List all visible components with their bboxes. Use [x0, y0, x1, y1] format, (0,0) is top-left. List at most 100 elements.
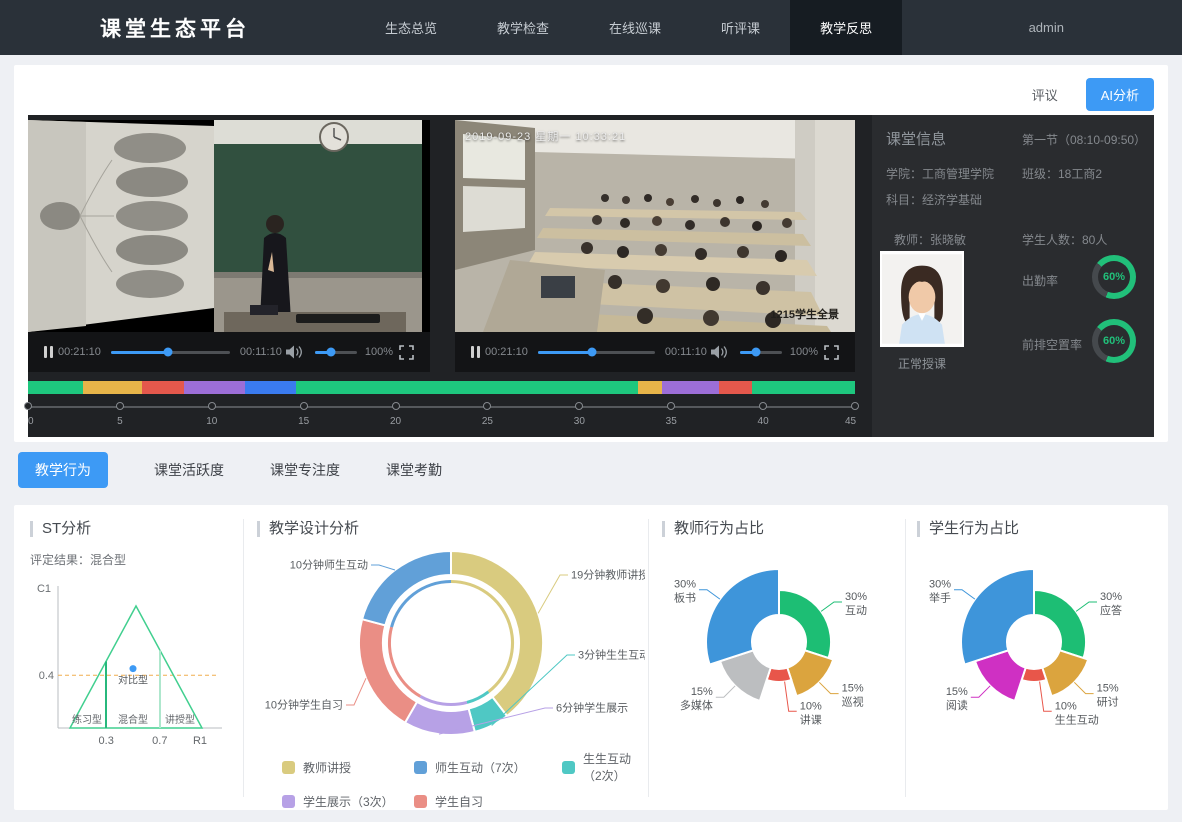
- student-behavior-panel: 学生行为占比 30%应答15%研讨10%生生互动15%阅读30%举手: [917, 521, 1169, 761]
- pause-icon[interactable]: [471, 346, 481, 358]
- time-current: 00:21:10: [58, 346, 101, 358]
- legend-item-1[interactable]: 师生互动（7次）: [414, 750, 562, 784]
- review-button[interactable]: 评议: [1032, 85, 1058, 104]
- svg-text:10分钟师生互动: 10分钟师生互动: [290, 558, 368, 572]
- timeline-tick-dot[interactable]: [667, 402, 675, 410]
- teacher-video[interactable]: [28, 120, 430, 332]
- legend-swatch: [562, 761, 575, 774]
- user-menu[interactable]: admin: [1029, 20, 1064, 35]
- analysis-tabs: 教学行为 课堂活跃度 课堂专注度 课堂考勤: [18, 452, 442, 488]
- legend-item-0[interactable]: 教师讲授: [282, 750, 414, 784]
- students-video[interactable]: 2019-09-23 星期一 10:33:21 1215学生全景: [455, 120, 855, 332]
- volume-icon[interactable]: [286, 345, 303, 359]
- progress-bar[interactable]: [538, 351, 655, 354]
- svg-text:0.7: 0.7: [152, 735, 167, 747]
- timeline-track: [28, 406, 855, 408]
- fullscreen-icon[interactable]: [824, 345, 839, 360]
- class-info-panel: 课堂信息 第一节（08:10-09:50） 学院：工商管理学院 班级：18工商2…: [872, 115, 1154, 437]
- nav-item-1[interactable]: 教学检查: [467, 0, 579, 55]
- teacher-behavior-panel: 教师行为占比 30%互动15%巡视10%讲课15%多媒体30%板书: [662, 521, 902, 761]
- ai-analysis-button[interactable]: AI分析: [1086, 78, 1154, 111]
- timeline-segment-6: [638, 381, 662, 394]
- svg-text:10%: 10%: [1055, 700, 1077, 712]
- svg-text:19分钟教师讲授: 19分钟教师讲授: [571, 568, 645, 582]
- video-timestamp-overlay: 2019-09-23 星期一 10:33:21: [465, 128, 626, 144]
- svg-text:巡视: 巡视: [842, 695, 864, 709]
- students-video-frame: [455, 120, 855, 332]
- timeline-tick-dot[interactable]: [208, 402, 216, 410]
- nav-item-2[interactable]: 在线巡课: [579, 0, 691, 55]
- progress-knob[interactable]: [163, 348, 172, 357]
- pause-icon[interactable]: [44, 346, 54, 358]
- volume-knob[interactable]: [751, 348, 760, 357]
- progress-bar[interactable]: [111, 351, 230, 354]
- timeline-tick-dot[interactable]: [116, 402, 124, 410]
- nav-item-4[interactable]: 教学反思: [790, 0, 902, 55]
- tab-0[interactable]: 教学行为: [18, 452, 108, 488]
- timeline-tick-dot[interactable]: [392, 402, 400, 410]
- teacher-behavior-title: 教师行为占比: [662, 521, 902, 537]
- volume-slider[interactable]: [740, 351, 782, 354]
- fullscreen-icon[interactable]: [399, 345, 414, 360]
- volume-slider[interactable]: [315, 351, 357, 354]
- tab-2[interactable]: 课堂专注度: [270, 460, 340, 480]
- progress-knob[interactable]: [587, 348, 596, 357]
- teaching-status-caption: 正常授课: [880, 355, 964, 372]
- timeline-tick-dot[interactable]: [759, 402, 767, 410]
- timeline-tick-dot[interactable]: [300, 402, 308, 410]
- behavior-timeline-bar[interactable]: [28, 381, 855, 394]
- time-total: 00:11:10: [665, 346, 707, 358]
- student-behavior-chart: 30%应答15%研讨10%生生互动15%阅读30%举手: [917, 543, 1165, 761]
- teacher-photo: [880, 251, 964, 347]
- volume-knob[interactable]: [326, 348, 335, 357]
- timeline-tick-dot[interactable]: [24, 402, 32, 410]
- timeline-tick-label: 25: [482, 416, 493, 427]
- tab-3[interactable]: 课堂考勤: [386, 460, 442, 480]
- svg-text:10%: 10%: [800, 700, 822, 712]
- timeline-tick-dot[interactable]: [483, 402, 491, 410]
- svg-text:30%: 30%: [674, 579, 696, 591]
- camera-label-overlay: 1215学生全景: [771, 306, 839, 322]
- panel-divider: [243, 519, 244, 797]
- nav-item-3[interactable]: 听评课: [691, 0, 790, 55]
- st-analysis-panel: ST分析 评定结果：混合型 C10.4练习型混合型讲授型0.30.7R1对比型: [30, 521, 238, 766]
- svg-text:R1: R1: [193, 735, 207, 747]
- svg-text:C1: C1: [37, 583, 51, 595]
- svg-text:研讨: 研讨: [1097, 696, 1119, 709]
- legend-item-2[interactable]: 生生互动（2次）: [562, 750, 645, 784]
- session-time: 第一节（08:10-09:50）: [1022, 131, 1146, 148]
- attendance-value: 60%: [1092, 255, 1136, 299]
- students-count-field: 学生人数：80人: [1022, 231, 1107, 248]
- svg-text:混合型: 混合型: [118, 713, 148, 726]
- legend-item-4[interactable]: 学生自习: [414, 793, 562, 810]
- volume-icon[interactable]: [711, 345, 728, 359]
- college-field: 学院：工商管理学院: [886, 165, 994, 182]
- svg-text:15%: 15%: [946, 686, 968, 698]
- timeline-segment-3: [184, 381, 245, 394]
- legend-label: 教师讲授: [303, 759, 351, 776]
- main-nav: 生态总览教学检查在线巡课听评课教学反思: [355, 0, 902, 55]
- svg-text:3分钟生生互动: 3分钟生生互动: [578, 648, 645, 662]
- timeline-slider[interactable]: [28, 401, 855, 413]
- timeline-segment-1: [83, 381, 142, 394]
- teaching-design-panel: 教学设计分析 19分钟教师讲授3分钟生生互动6分钟学生展示10分钟学生自习10分…: [257, 521, 645, 810]
- timeline-tick-dot[interactable]: [575, 402, 583, 410]
- class-info-title: 课堂信息: [886, 128, 946, 149]
- svg-text:15%: 15%: [691, 686, 713, 698]
- svg-text:对比型: 对比型: [118, 674, 148, 687]
- timeline-segment-2: [142, 381, 184, 394]
- nav-item-0[interactable]: 生态总览: [355, 0, 467, 55]
- timeline-segment-8: [719, 381, 752, 394]
- teacher-portrait: [882, 253, 962, 345]
- front-empty-value: 60%: [1092, 319, 1136, 363]
- legend-item-3[interactable]: 学生展示（3次）: [282, 793, 414, 810]
- teacher-video-frame: [28, 120, 430, 332]
- timeline-segment-5: [296, 381, 638, 394]
- tab-1[interactable]: 课堂活跃度: [154, 460, 224, 480]
- timeline-segment-7: [662, 381, 719, 394]
- timeline-segment-0: [28, 381, 83, 394]
- timeline-tick-label: 15: [298, 416, 309, 427]
- svg-text:应答: 应答: [1100, 603, 1122, 617]
- video-stage: 00:21:1000:11:10100%: [28, 115, 1154, 437]
- timeline-tick-dot[interactable]: [851, 402, 859, 410]
